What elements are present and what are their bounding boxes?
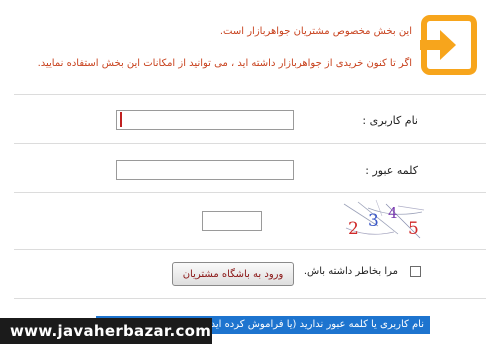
login-arrow-icon — [420, 14, 478, 76]
login-submit-button[interactable]: ورود به باشگاه مشتریان — [172, 262, 294, 286]
captcha-digit: 2 — [348, 219, 359, 239]
password-label: کلمه عبور : — [365, 164, 418, 177]
remember-me-checkbox[interactable] — [410, 266, 421, 277]
captcha-digit: 5 — [408, 219, 419, 239]
divider — [14, 298, 486, 299]
username-label: نام کاربری : — [362, 114, 418, 127]
captcha-input[interactable] — [202, 211, 262, 231]
captcha-digit: 4 — [388, 204, 398, 222]
text-caret — [120, 112, 122, 127]
username-input[interactable] — [116, 110, 294, 130]
password-input[interactable] — [116, 160, 294, 180]
divider — [14, 249, 486, 250]
customer-login-page: این بخش مخصوص مشتریان جواهربازار است. اگ… — [0, 0, 500, 350]
divider — [14, 143, 486, 144]
captcha-image: 2 3 4 5 — [343, 199, 425, 239]
customer-notice-line2: اگر تا کنون خریدی از جواهربازار داشته ای… — [37, 58, 412, 69]
site-watermark: www.javaherbazar.com — [0, 318, 212, 344]
divider — [14, 192, 486, 193]
divider — [14, 94, 486, 95]
customer-notice-line1: این بخش مخصوص مشتریان جواهربازار است. — [219, 26, 412, 37]
remember-me-label: مرا بخاطر داشته باش. — [303, 266, 398, 277]
captcha-digit: 3 — [368, 211, 379, 231]
